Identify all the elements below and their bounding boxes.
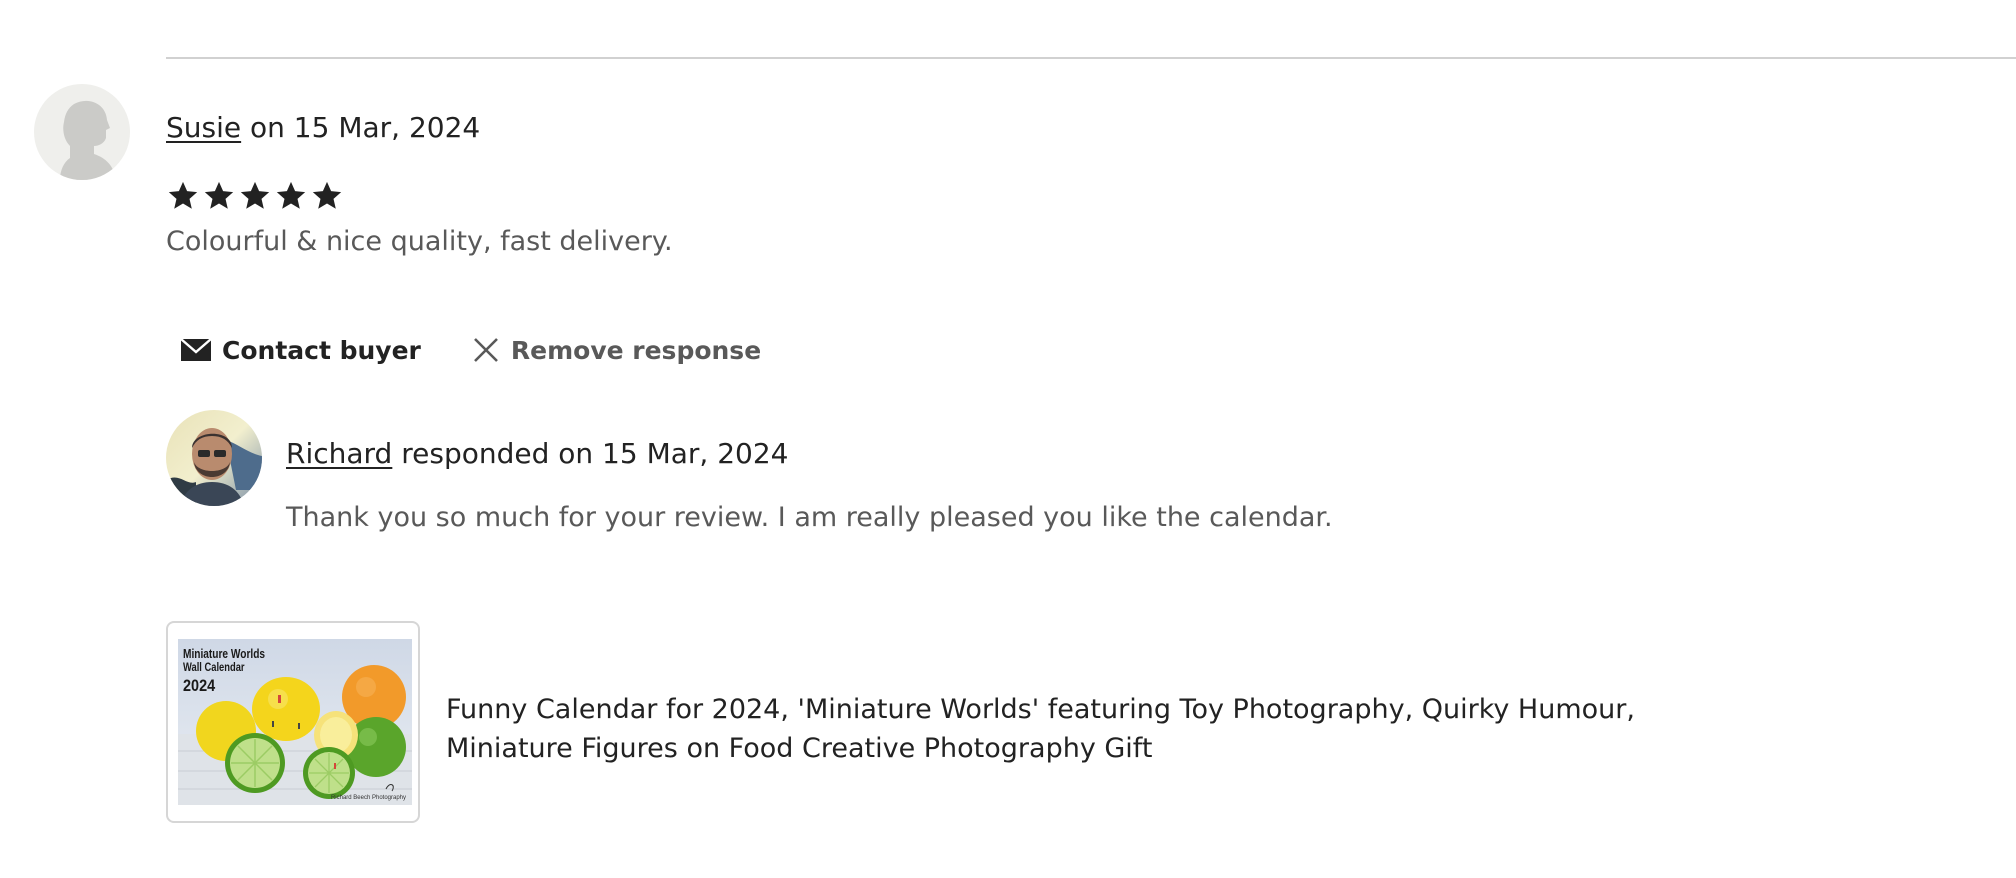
review-date: on 15 Mar, 2024	[241, 111, 481, 144]
listing-thumbnail[interactable]: Miniature Worlds Wall Calendar 2024 Rich…	[166, 621, 420, 823]
star-rating	[166, 176, 344, 216]
star-icon	[310, 176, 344, 216]
thumb-title-line2: Wall Calendar	[183, 659, 245, 674]
review-divider	[166, 57, 2016, 59]
review-actions: Contact buyer Remove response	[180, 330, 761, 370]
listing-image: Miniature Worlds Wall Calendar 2024 Rich…	[178, 639, 412, 805]
listing-title-link[interactable]: Funny Calendar for 2024, 'Miniature Worl…	[446, 690, 1746, 768]
envelope-icon	[180, 337, 212, 363]
reviewer-name-link[interactable]: Susie	[166, 111, 241, 144]
review-meta: Susie on 15 Mar, 2024	[166, 110, 480, 146]
review-text: Colourful & nice quality, fast delivery.	[166, 226, 673, 257]
contact-buyer-label: Contact buyer	[222, 335, 421, 365]
contact-buyer-button[interactable]: Contact buyer	[180, 336, 421, 365]
thumb-credit: Richard Beech Photography	[330, 795, 406, 801]
response-text: Thank you so much for your review. I am …	[286, 502, 1333, 533]
response-date: responded on 15 Mar, 2024	[392, 437, 789, 470]
responder-name-link[interactable]: Richard	[286, 437, 392, 470]
close-icon	[471, 335, 501, 365]
thumb-title-line1: Miniature Worlds	[183, 646, 266, 661]
star-icon	[202, 176, 236, 216]
thumb-title-year: 2024	[183, 676, 216, 696]
remove-response-button[interactable]: Remove response	[471, 335, 761, 365]
default-user-icon	[60, 100, 116, 180]
star-icon	[274, 176, 308, 216]
star-icon	[166, 176, 200, 216]
response-meta: Richard responded on 15 Mar, 2024	[286, 436, 788, 472]
star-icon	[238, 176, 272, 216]
reviewer-avatar	[34, 84, 130, 180]
remove-response-label: Remove response	[510, 335, 762, 365]
responder-avatar	[166, 410, 262, 506]
thumb-title: Miniature Worlds Wall Calendar 2024	[183, 647, 288, 695]
